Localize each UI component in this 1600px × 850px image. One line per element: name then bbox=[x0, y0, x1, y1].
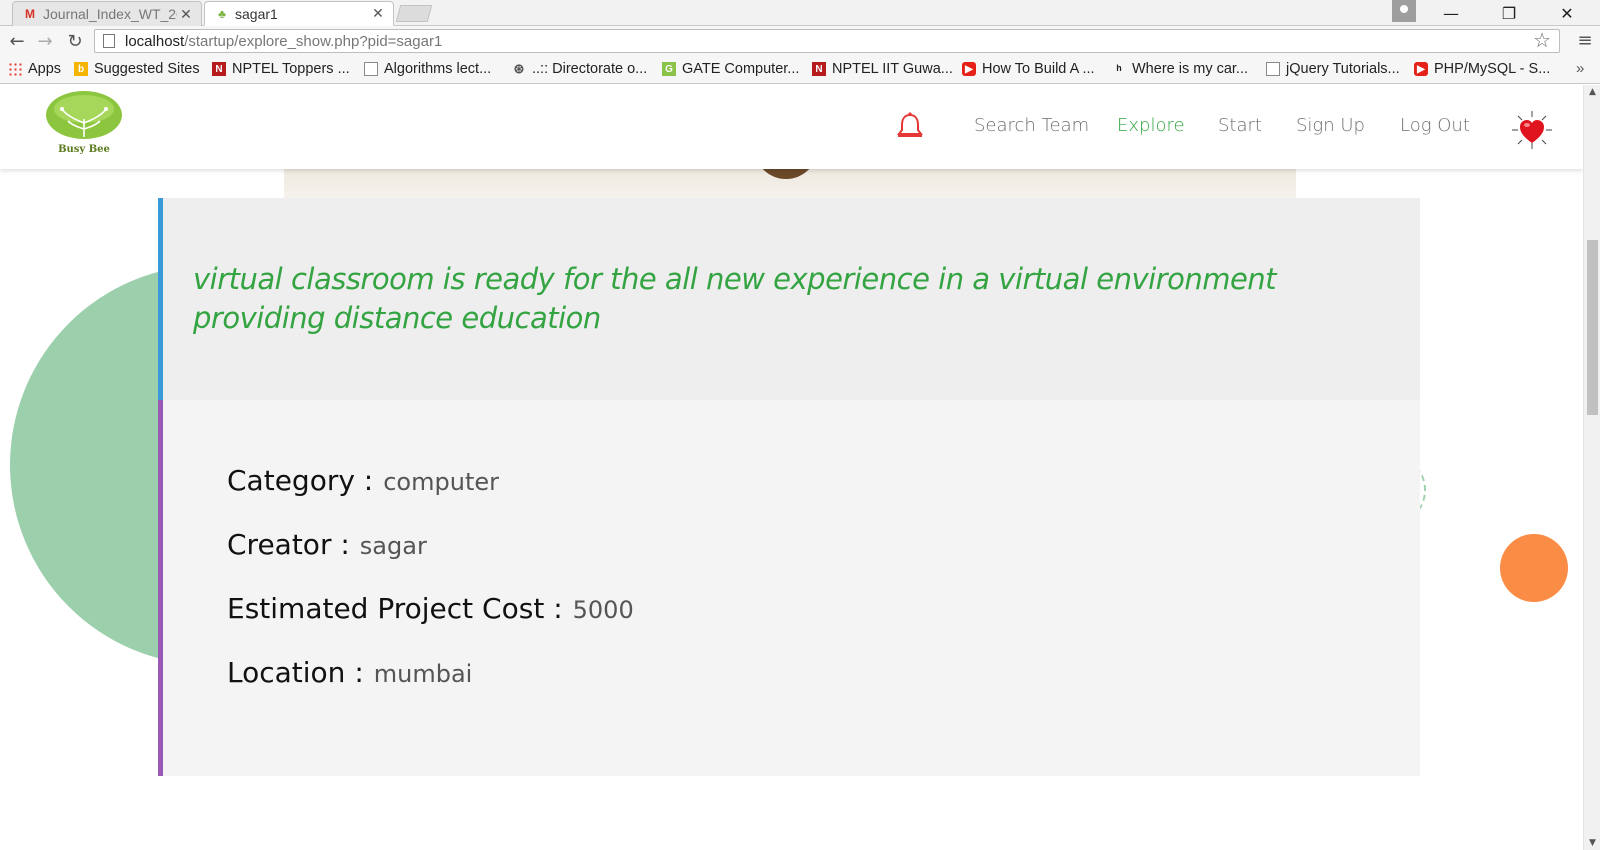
profile-icon[interactable] bbox=[1392, 0, 1416, 22]
page-viewport: virtual classroom is ready for the all n… bbox=[0, 85, 1583, 850]
detail-category: Category : computer bbox=[227, 464, 499, 497]
detail-key: Creator : bbox=[227, 528, 350, 561]
close-icon[interactable]: ✕ bbox=[369, 5, 387, 22]
heart-icon[interactable] bbox=[1508, 109, 1556, 151]
menu-icon[interactable]: ≡ bbox=[1576, 32, 1594, 50]
bookmark-suggested-sites[interactable]: b Suggested Sites bbox=[74, 61, 200, 77]
bookmark-where-is-my-car[interactable]: ʰ Where is my car... bbox=[1112, 61, 1248, 77]
page-icon bbox=[364, 62, 378, 76]
tab-label: Journal_Index_WT_20 bbox=[43, 6, 177, 22]
nav-start[interactable]: Start bbox=[1218, 115, 1262, 136]
bookmark-algorithms[interactable]: Algorithms lect... bbox=[364, 61, 491, 77]
detail-value: 5000 bbox=[572, 596, 634, 624]
bookmark-nptel-toppers[interactable]: N NPTEL Toppers ... bbox=[212, 61, 350, 77]
page-scrollbar[interactable]: ▲ ▼ bbox=[1583, 85, 1600, 850]
bookmark-label: PHP/MySQL - S... bbox=[1434, 61, 1551, 77]
bookmark-label: GATE Computer... bbox=[682, 61, 800, 77]
bookmark-directorate[interactable]: ⊛ ..:: Directorate o... bbox=[512, 61, 648, 77]
bookmark-jquery[interactable]: jQuery Tutorials... bbox=[1266, 61, 1400, 77]
bookmark-label: Apps bbox=[28, 61, 62, 77]
more-bookmarks-icon[interactable]: » bbox=[1576, 60, 1584, 77]
nav-sign-up[interactable]: Sign Up bbox=[1296, 115, 1365, 136]
close-window-icon[interactable]: ✕ bbox=[1544, 0, 1590, 26]
bookmark-label: NPTEL Toppers ... bbox=[232, 61, 350, 77]
project-details-card: Category : computer Creator : sagar Esti… bbox=[158, 400, 1420, 776]
youtube-icon: ▶ bbox=[962, 62, 976, 76]
scroll-down-icon[interactable]: ▼ bbox=[1584, 836, 1600, 850]
url-path: /startup/explore_show.php?pid=sagar1 bbox=[184, 32, 443, 50]
reload-icon[interactable]: ↻ bbox=[64, 30, 86, 52]
bookmark-nptel-guwahati[interactable]: N NPTEL IIT Guwa... bbox=[812, 61, 953, 77]
emblem-icon: ⊛ bbox=[513, 61, 525, 76]
bookmarks-bar: Apps b Suggested Sites N NPTEL Toppers .… bbox=[0, 56, 1600, 84]
apps-grid-icon bbox=[8, 62, 22, 76]
gmail-icon: M bbox=[25, 7, 35, 21]
detail-creator: Creator : sagar bbox=[227, 528, 427, 561]
nav-log-out[interactable]: Log Out bbox=[1400, 115, 1470, 136]
bookmark-label: Algorithms lect... bbox=[384, 61, 492, 77]
detail-estimated-cost: Estimated Project Cost : 5000 bbox=[227, 592, 634, 625]
detail-value: sagar bbox=[359, 532, 427, 560]
new-tab-button[interactable] bbox=[395, 5, 433, 22]
bookmark-label: NPTEL IIT Guwa... bbox=[832, 61, 953, 77]
bookmark-label: Suggested Sites bbox=[94, 61, 200, 77]
bookmark-how-to-build[interactable]: ▶ How To Build A ... bbox=[962, 61, 1095, 77]
nav-explore[interactable]: Explore bbox=[1117, 115, 1185, 136]
nptel-icon: N bbox=[812, 62, 826, 76]
detail-location: Location : mumbai bbox=[227, 656, 472, 689]
forward-arrow-icon[interactable]: → bbox=[34, 30, 56, 52]
gate-icon: G bbox=[662, 62, 676, 76]
nav-search-team[interactable]: Search Team bbox=[974, 115, 1089, 136]
detail-key: Estimated Project Cost : bbox=[227, 592, 563, 625]
bing-icon: b bbox=[74, 62, 88, 76]
url-field[interactable]: localhost /startup/explore_show.php?pid=… bbox=[94, 29, 1560, 53]
bookmark-label: jQuery Tutorials... bbox=[1286, 61, 1400, 77]
restore-icon[interactable]: ❐ bbox=[1486, 0, 1532, 26]
close-icon[interactable]: ✕ bbox=[177, 6, 195, 23]
bookmark-apps[interactable]: Apps bbox=[8, 61, 61, 77]
bookmark-php-mysql[interactable]: ▶ PHP/MySQL - S... bbox=[1414, 61, 1550, 77]
minimize-icon[interactable]: — bbox=[1428, 0, 1474, 26]
browser-tab-strip: M Journal_Index_WT_20 ✕ ♣ sagar1 ✕ — ❐ ✕ bbox=[0, 0, 1600, 26]
tree-favicon-icon: ♣ bbox=[218, 6, 226, 21]
github-icon: ʰ bbox=[1116, 61, 1122, 77]
bookmark-label: Where is my car... bbox=[1132, 61, 1249, 77]
nptel-icon: N bbox=[212, 62, 226, 76]
youtube-icon: ▶ bbox=[1414, 62, 1428, 76]
tab-sagar1[interactable]: ♣ sagar1 ✕ bbox=[204, 1, 394, 26]
page-icon bbox=[103, 34, 115, 48]
scroll-up-icon[interactable]: ▲ bbox=[1584, 85, 1600, 99]
bookmark-label: ..:: Directorate o... bbox=[532, 61, 648, 77]
site-header: Busy Bee Search Team Explore Start Sign … bbox=[0, 85, 1583, 169]
bell-icon[interactable] bbox=[896, 111, 924, 141]
tab-label: sagar1 bbox=[235, 5, 278, 22]
address-toolbar: ← → ↻ localhost /startup/explore_show.ph… bbox=[0, 26, 1600, 56]
tab-journal-index[interactable]: M Journal_Index_WT_20 ✕ bbox=[12, 1, 202, 26]
project-description: virtual classroom is ready for the all n… bbox=[193, 262, 1277, 335]
page-icon bbox=[1266, 62, 1280, 76]
busy-bee-logo[interactable]: Busy Bee bbox=[44, 89, 124, 155]
url-host: localhost bbox=[125, 32, 185, 50]
detail-value: mumbai bbox=[373, 660, 473, 688]
bookmark-label: How To Build A ... bbox=[982, 61, 1095, 77]
bookmark-star-icon[interactable]: ☆ bbox=[1533, 30, 1551, 52]
detail-value: computer bbox=[383, 468, 499, 496]
project-description-card: virtual classroom is ready for the all n… bbox=[158, 198, 1420, 400]
back-arrow-icon[interactable]: ← bbox=[6, 30, 28, 52]
scrollbar-thumb[interactable] bbox=[1587, 240, 1598, 415]
logo-text: Busy Bee bbox=[58, 144, 110, 155]
decorative-orange-circle bbox=[1500, 534, 1568, 602]
detail-key: Category : bbox=[227, 464, 374, 497]
bookmark-gate[interactable]: G GATE Computer... bbox=[662, 61, 799, 77]
detail-key: Location : bbox=[227, 656, 364, 689]
